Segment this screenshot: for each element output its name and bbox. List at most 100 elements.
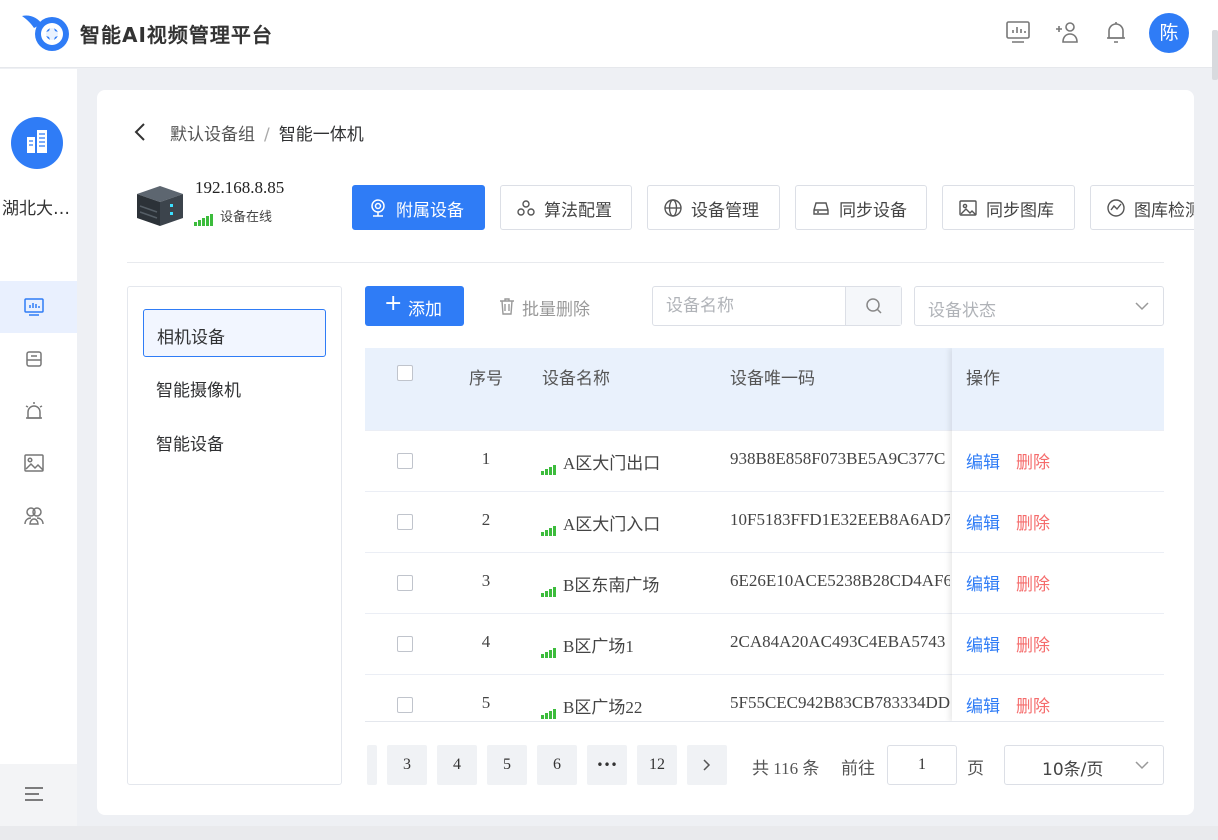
add-button-label: 添加	[408, 300, 442, 320]
edit-button[interactable]: 编辑	[966, 509, 1000, 534]
tab-device-management[interactable]: 设备管理	[647, 185, 780, 230]
edit-button[interactable]: 编辑	[966, 570, 1000, 595]
device-ip: 192.168.8.85	[195, 178, 285, 197]
row-checkbox[interactable]	[397, 514, 413, 530]
row-actions: 编辑 删除	[952, 491, 1164, 552]
page-size-label: 10条/页	[1042, 760, 1104, 780]
page-button[interactable]: 3	[387, 745, 427, 785]
user-add-icon[interactable]	[1053, 18, 1081, 46]
scrollbar[interactable]	[1212, 30, 1218, 80]
sidebar-item-storage[interactable]	[0, 333, 77, 385]
row-actions: 编辑 删除	[952, 430, 1164, 491]
collapse-sidebar-button[interactable]	[0, 764, 77, 826]
search-button[interactable]	[845, 287, 901, 325]
breadcrumb-parent[interactable]: 默认设备组	[170, 125, 255, 145]
menu-icon	[25, 787, 43, 801]
tab-algorithm-config[interactable]: 算法配置	[500, 185, 632, 230]
chevron-down-icon	[1135, 302, 1149, 311]
edit-button[interactable]: 编辑	[966, 631, 1000, 656]
main-card: 默认设备组 / 智能一体机 192.168.8.85 设备在线 附属设备 算法配置 …	[97, 90, 1194, 815]
next-page-button[interactable]	[687, 745, 727, 785]
org-name: 湖北大…	[2, 199, 70, 219]
select-all-checkbox[interactable]	[397, 365, 413, 381]
row-index: 1	[481, 449, 491, 468]
category-smart-camera[interactable]: 智能摄像机	[143, 363, 326, 411]
row-index: 5	[481, 693, 491, 712]
row-name: A区大门入口	[541, 510, 660, 536]
page-button-partial[interactable]	[367, 745, 377, 785]
bell-icon[interactable]	[1102, 18, 1130, 46]
header-index: 序号	[469, 369, 503, 389]
monitor-icon	[24, 298, 44, 316]
users-icon	[24, 507, 44, 525]
row-code: 2CA84A20AC493C4EBA5743	[730, 632, 946, 651]
page-button[interactable]: 4	[437, 745, 477, 785]
signal-icon	[541, 577, 557, 597]
category-smart-device[interactable]: 智能设备	[143, 417, 326, 465]
device-status: 设备在线	[194, 206, 272, 226]
device-image	[137, 186, 183, 226]
category-label: 智能设备	[156, 435, 224, 455]
page-size-select[interactable]: 10条/页	[1004, 745, 1164, 785]
row-name: A区大门出口	[541, 449, 660, 475]
sidebar-item-gallery[interactable]	[0, 437, 77, 489]
sidebar-item-monitor[interactable]	[0, 281, 77, 333]
select-placeholder: 设备状态	[928, 301, 996, 321]
edit-button[interactable]: 编辑	[966, 448, 1000, 473]
device-name: B区东南广场	[563, 576, 660, 595]
row-name: B区广场22	[541, 693, 642, 719]
page-suffix: 页	[967, 759, 984, 779]
batch-delete-label: 批量删除	[522, 300, 590, 320]
page-button[interactable]: 12	[637, 745, 677, 785]
sidebar-item-alarm[interactable]	[0, 385, 77, 437]
top-bar: 智能AI视频管理平台 陈	[0, 0, 1218, 80]
tab-sync-devices[interactable]: 同步设备	[795, 185, 927, 230]
tab-gallery-detection[interactable]: 图库检测	[1090, 185, 1194, 230]
row-code: 6E26E10ACE5238B28CD4AF6	[730, 571, 950, 590]
sidebar-item-users[interactable]	[0, 489, 77, 541]
breadcrumb: 默认设备组 / 智能一体机	[170, 120, 364, 145]
signal-icon	[541, 638, 557, 658]
trash-icon	[500, 298, 514, 315]
signal-icon	[541, 516, 557, 536]
device-name-search-input[interactable]	[653, 287, 845, 325]
delete-button[interactable]: 删除	[1016, 631, 1050, 656]
delete-button[interactable]: 删除	[1016, 509, 1050, 534]
org-avatar[interactable]	[11, 117, 63, 169]
globe-icon	[664, 199, 682, 217]
page-jump-input[interactable]: 1	[887, 745, 957, 785]
page-button[interactable]: 6	[537, 745, 577, 785]
monitor-icon[interactable]	[1004, 18, 1032, 46]
page-button[interactable]: 5	[487, 745, 527, 785]
header-ops: 操作	[966, 369, 1000, 389]
image-icon	[959, 200, 977, 216]
goto-label: 前往	[841, 759, 875, 779]
delete-button[interactable]: 删除	[1016, 570, 1050, 595]
tab-label: 算法配置	[544, 201, 612, 221]
alarm-icon	[25, 402, 43, 419]
page-ellipsis[interactable]: •••	[587, 745, 627, 785]
chart-icon	[1107, 199, 1125, 217]
user-avatar[interactable]: 陈	[1149, 13, 1189, 53]
row-actions: 编辑 删除	[952, 674, 1164, 721]
header-ops-cell: 操作	[952, 348, 1164, 430]
device-name: A区大门入口	[563, 515, 661, 534]
row-checkbox[interactable]	[397, 575, 413, 591]
tab-attached-devices[interactable]: 附属设备	[352, 185, 485, 230]
back-icon[interactable]	[132, 122, 148, 142]
row-checkbox[interactable]	[397, 636, 413, 652]
delete-button[interactable]: 删除	[1016, 448, 1050, 473]
device-status-select[interactable]: 设备状态	[914, 286, 1164, 326]
category-label: 相机设备	[157, 328, 225, 348]
tab-label: 同步图库	[986, 201, 1054, 221]
delete-button[interactable]: 删除	[1016, 692, 1050, 717]
add-button[interactable]: + 添加	[365, 286, 464, 326]
row-name: B区广场1	[541, 632, 634, 658]
category-camera[interactable]: 相机设备	[143, 309, 326, 357]
row-checkbox[interactable]	[397, 697, 413, 713]
divider	[127, 262, 1164, 263]
row-code: 938B8E858F073BE5A9C377C	[730, 449, 946, 468]
row-checkbox[interactable]	[397, 453, 413, 469]
edit-button[interactable]: 编辑	[966, 692, 1000, 717]
tab-sync-gallery[interactable]: 同步图库	[942, 185, 1075, 230]
